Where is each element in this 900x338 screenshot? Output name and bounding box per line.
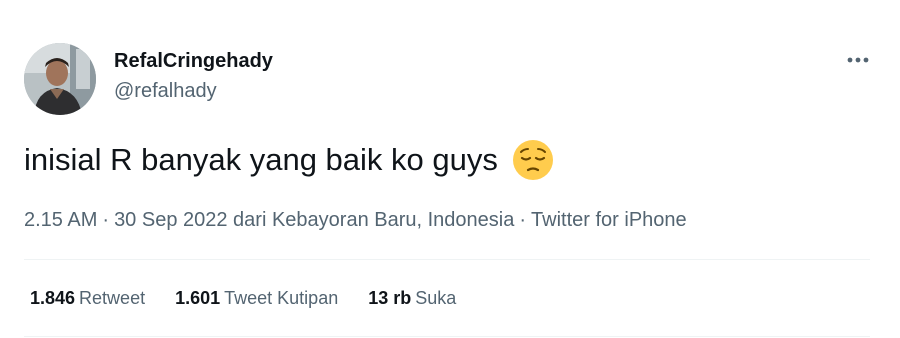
divider: [24, 259, 870, 260]
more-options-button[interactable]: [844, 48, 872, 72]
tweet-time[interactable]: 2.15 AM: [24, 209, 97, 231]
author-info: RefalCringehady @refalhady: [114, 48, 273, 104]
meta-separator: ·: [102, 209, 110, 231]
tweet-text: inisial R banyak yang baik ko guys: [24, 138, 554, 182]
retweet-count: 1.846: [30, 288, 76, 308]
engagement-stats: 1.846 Retweet 1.601 Tweet Kutipan 13 rb Suk…: [30, 284, 486, 312]
quote-tweet-stat[interactable]: 1.601 Tweet Kutipan: [175, 284, 338, 312]
more-options-icon: [847, 57, 869, 63]
display-name[interactable]: RefalCringehady: [114, 48, 273, 74]
retweet-stat[interactable]: 1.846 Retweet: [30, 284, 145, 312]
divider: [24, 336, 870, 337]
quote-tweet-count: 1.601: [175, 288, 221, 308]
user-handle[interactable]: @refalhady: [114, 78, 273, 104]
avatar[interactable]: [24, 43, 96, 115]
tweet-source[interactable]: Twitter for iPhone: [531, 209, 687, 231]
tweet-metadata: 2.15 AM · 30 Sep 2022 dari Kebayoran Baru,…: [24, 205, 687, 235]
meta-separator: ·: [519, 209, 527, 231]
quote-tweet-label: Tweet Kutipan: [224, 288, 339, 308]
profile-photo-icon: [24, 43, 96, 115]
tweet-card: RefalCringehady @refalhady inisial R ban…: [0, 0, 900, 338]
tweet-body: inisial R banyak yang baik ko guys: [24, 142, 498, 177]
like-count: 13 rb: [368, 288, 412, 308]
pensive-face-icon: [512, 139, 554, 181]
like-label: Suka: [415, 288, 457, 308]
like-stat[interactable]: 13 rb Suka: [368, 284, 456, 312]
tweet-date-location[interactable]: 30 Sep 2022 dari Kebayoran Baru, Indones…: [114, 209, 514, 231]
retweet-label: Retweet: [79, 288, 146, 308]
